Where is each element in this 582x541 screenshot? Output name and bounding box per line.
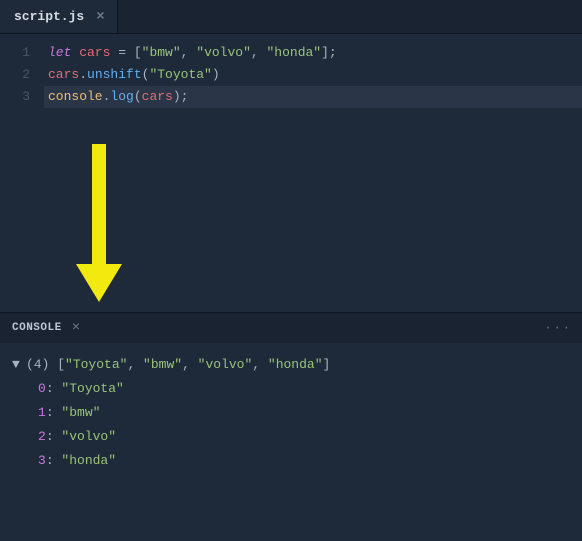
- console-line[interactable]: ▼(4) ["Toyota", "bmw", "volvo", "honda"]: [12, 353, 570, 377]
- operator-token: =: [118, 45, 134, 60]
- console-output[interactable]: ▼(4) ["Toyota", "bmw", "volvo", "honda"]…: [0, 343, 582, 541]
- console-header-left: CONSOLE ×: [12, 320, 80, 336]
- punct-token: ];: [321, 45, 337, 60]
- tab-label: script.js: [14, 9, 84, 24]
- index-token: 1: [38, 405, 46, 420]
- caret-down-icon[interactable]: ▼: [12, 353, 26, 377]
- array-length: (4): [26, 357, 49, 372]
- variable-token: cars: [48, 67, 79, 82]
- console-panel: CONSOLE × ··· ▼(4) ["Toyota", "bmw", "vo…: [0, 312, 582, 541]
- code-area[interactable]: let cars = ["bmw", "volvo", "honda"]; ca…: [44, 42, 582, 312]
- line-number: 2: [0, 64, 30, 86]
- editor-tab-bar: script.js ×: [0, 0, 582, 34]
- tab-script-js[interactable]: script.js ×: [0, 0, 118, 33]
- keyword-token: let: [48, 45, 71, 60]
- string-token: "bmw": [61, 405, 100, 420]
- punct-token: ): [212, 67, 220, 82]
- punct-token: );: [173, 89, 189, 104]
- line-number: 1: [0, 42, 30, 64]
- punct-token: ,: [181, 45, 197, 60]
- colon-token: :: [46, 429, 62, 444]
- string-token: "bmw": [143, 357, 182, 372]
- close-icon[interactable]: ×: [94, 9, 106, 25]
- string-token: "honda": [266, 45, 321, 60]
- string-token: "Toyota": [61, 381, 123, 396]
- console-title: CONSOLE: [12, 322, 62, 334]
- bracket-token: [: [49, 357, 65, 372]
- code-line[interactable]: cars.unshift("Toyota"): [44, 64, 582, 86]
- object-token: console: [48, 89, 103, 104]
- console-line: 0: "Toyota": [12, 377, 570, 401]
- punct-token: (: [134, 89, 142, 104]
- method-token: unshift: [87, 67, 142, 82]
- line-number-gutter: 1 2 3: [0, 42, 44, 312]
- separator-token: ,: [252, 357, 268, 372]
- code-line[interactable]: console.log(cars);: [44, 86, 582, 108]
- line-number: 3: [0, 86, 30, 108]
- string-token: "Toyota": [149, 67, 211, 82]
- code-line[interactable]: let cars = ["bmw", "volvo", "honda"];: [44, 42, 582, 64]
- punct-token: .: [79, 67, 87, 82]
- punct-token: [: [134, 45, 142, 60]
- index-token: 0: [38, 381, 46, 396]
- separator-token: ,: [127, 357, 143, 372]
- string-token: "volvo": [196, 45, 251, 60]
- index-token: 3: [38, 453, 46, 468]
- more-icon[interactable]: ···: [544, 321, 572, 335]
- console-header: CONSOLE × ···: [0, 313, 582, 343]
- close-icon[interactable]: ×: [72, 320, 80, 336]
- variable-token: cars: [142, 89, 173, 104]
- console-line: 1: "bmw": [12, 401, 570, 425]
- string-token: "volvo": [198, 357, 253, 372]
- method-token: log: [110, 89, 133, 104]
- separator-token: ,: [182, 357, 198, 372]
- punct-token: ,: [251, 45, 267, 60]
- index-token: 2: [38, 429, 46, 444]
- console-line: 3: "honda": [12, 449, 570, 473]
- console-line: 2: "volvo": [12, 425, 570, 449]
- colon-token: :: [46, 381, 62, 396]
- colon-token: :: [46, 453, 62, 468]
- string-token: "bmw": [142, 45, 181, 60]
- bracket-token: ]: [323, 357, 331, 372]
- string-token: "Toyota": [65, 357, 127, 372]
- string-token: "honda": [268, 357, 323, 372]
- string-token: "honda": [61, 453, 116, 468]
- variable-token: cars: [71, 45, 118, 60]
- code-editor[interactable]: 1 2 3 let cars = ["bmw", "volvo", "honda…: [0, 34, 582, 312]
- string-token: "volvo": [61, 429, 116, 444]
- colon-token: :: [46, 405, 62, 420]
